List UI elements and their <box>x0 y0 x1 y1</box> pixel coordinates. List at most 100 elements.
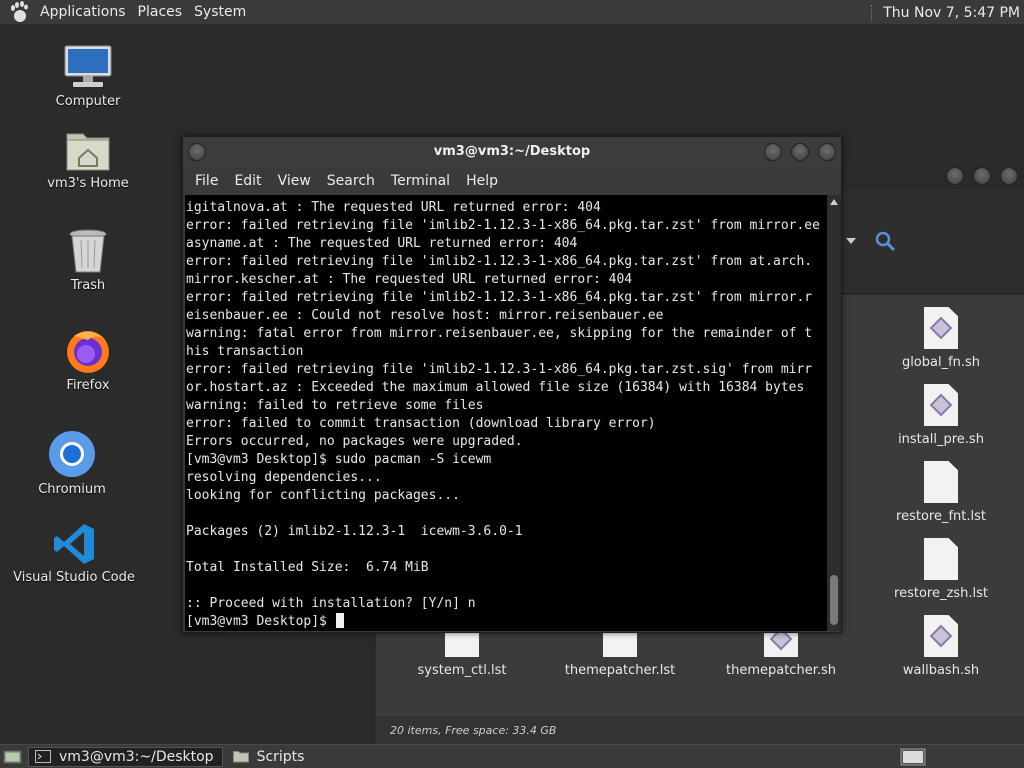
terminal-line: :: Proceed with installation? [Y/n] n <box>186 596 476 611</box>
terminal-line: igitalnova.at : The requested URL return… <box>186 200 601 215</box>
terminal-line: error: failed retrieving file 'imlib2-1.… <box>186 218 820 233</box>
scroll-up-arrow-icon[interactable] <box>830 199 838 205</box>
file-item[interactable]: wallbash.sh <box>871 615 1011 678</box>
desktop-icon-label: Trash <box>70 278 106 293</box>
desktop-icon-trash[interactable]: Trash <box>23 228 153 293</box>
desktop-icon-chromium[interactable]: Chromium <box>7 430 137 497</box>
menu-edit[interactable]: Edit <box>226 173 269 189</box>
terminal-line: his transaction <box>186 344 304 359</box>
terminal-line: warning: failed to retrieve some files <box>186 398 484 413</box>
menu-applications[interactable]: Applications <box>34 4 132 20</box>
computer-icon <box>63 44 113 90</box>
terminal-scrollbar[interactable] <box>827 195 841 631</box>
desktop-icon-label: Visual Studio Code <box>13 570 135 585</box>
close-button[interactable] <box>1000 167 1018 185</box>
top-panel: Applications Places System Thu Nov 7, 5:… <box>0 0 1024 25</box>
taskbar-item-scripts[interactable]: Scripts <box>227 747 313 767</box>
chevron-down-icon[interactable] <box>846 238 856 244</box>
text-file-icon <box>924 461 958 503</box>
menu-file[interactable]: File <box>187 173 226 189</box>
scrollbar-thumb[interactable] <box>830 575 838 625</box>
text-file-icon <box>445 629 479 657</box>
menu-search[interactable]: Search <box>319 173 383 189</box>
terminal-screen[interactable]: igitalnova.at : The requested URL return… <box>185 195 827 631</box>
file-name: restore_zsh.lst <box>894 586 988 601</box>
trash-icon <box>68 228 108 274</box>
menu-places[interactable]: Places <box>132 4 189 20</box>
bottom-taskbar: vm3@vm3:~/Desktop Scripts <box>0 744 1024 768</box>
gnome-foot-icon[interactable] <box>8 1 30 23</box>
terminal-line: asyname.at : The requested URL returned … <box>186 236 578 251</box>
file-manager-status: 20 items, Free space: 33.4 GB <box>376 716 1024 744</box>
terminal-prompt: [vm3@vm3 Desktop]$ <box>186 614 335 629</box>
desktop-icon-label: Firefox <box>66 378 110 393</box>
terminal-line: looking for conflicting packages... <box>186 488 460 503</box>
file-name: install_pre.sh <box>898 432 984 447</box>
file-item[interactable]: restore_zsh.lst <box>871 538 1011 601</box>
desktop-icon-label: Computer <box>55 94 121 109</box>
terminal-line: mirror.kescher.at : The requested URL re… <box>186 272 633 287</box>
file-item[interactable]: themepatcher.lst <box>550 629 690 678</box>
desktop-icon-vscode[interactable]: Visual Studio Code <box>9 522 139 585</box>
workspace-switcher-icon[interactable] <box>900 748 926 766</box>
terminal-cursor <box>335 613 344 628</box>
terminal-window: vm3@vm3:~/Desktop File Edit View Search … <box>182 136 842 633</box>
menu-view[interactable]: View <box>270 173 319 189</box>
file-item[interactable]: system_ctl.lst <box>392 629 532 678</box>
script-file-icon <box>764 629 798 657</box>
desktop-icon-label: vm3's Home <box>47 176 129 191</box>
file-item[interactable]: themepatcher.sh <box>711 629 851 678</box>
terminal-line: [vm3@vm3 Desktop]$ sudo pacman -S icewm <box>186 452 492 467</box>
panel-clock[interactable]: Thu Nov 7, 5:47 PM <box>883 5 1020 21</box>
terminal-line: resolving dependencies... <box>186 470 382 485</box>
file-name: themepatcher.lst <box>564 663 676 678</box>
minimize-button[interactable] <box>946 167 964 185</box>
maximize-button[interactable] <box>791 143 809 161</box>
taskbar-item-label: vm3@vm3:~/Desktop <box>59 748 214 765</box>
desktop-icon-computer[interactable]: Computer <box>23 44 153 109</box>
firefox-icon <box>64 326 112 374</box>
file-name: wallbash.sh <box>902 663 980 678</box>
text-file-icon <box>924 538 958 580</box>
search-icon[interactable] <box>874 230 896 252</box>
menu-terminal[interactable]: Terminal <box>383 173 458 189</box>
terminal-menubar: File Edit View Search Terminal Help <box>183 167 841 195</box>
script-file-icon <box>924 384 958 426</box>
file-item[interactable]: global_fn.sh <box>871 307 1011 370</box>
show-desktop-icon[interactable] <box>2 748 24 766</box>
terminal-line: eisenbauer.ee : Could not resolve host: … <box>186 308 664 323</box>
maximize-button[interactable] <box>973 167 991 185</box>
terminal-titlebar[interactable]: vm3@vm3:~/Desktop <box>183 137 841 167</box>
file-name: system_ctl.lst <box>417 663 507 678</box>
menu-system[interactable]: System <box>188 4 252 20</box>
desktop-icon-home[interactable]: vm3's Home <box>23 128 153 191</box>
terminal-line: error: failed retrieving file 'imlib2-1.… <box>186 290 813 305</box>
menu-help[interactable]: Help <box>458 173 506 189</box>
panel-separator <box>871 4 873 21</box>
terminal-line: Errors occurred, no packages were upgrad… <box>186 434 523 449</box>
taskbar-item-terminal[interactable]: vm3@vm3:~/Desktop <box>28 746 223 767</box>
minimize-button[interactable] <box>764 143 782 161</box>
home-folder-icon <box>65 128 111 172</box>
folder-icon <box>232 750 249 763</box>
desktop-icon-firefox[interactable]: Firefox <box>23 326 153 393</box>
close-button[interactable] <box>818 143 836 161</box>
text-file-icon <box>603 629 637 657</box>
terminal-line: error: failed retrieving file 'imlib2-1.… <box>186 254 813 269</box>
file-name: restore_fnt.lst <box>896 509 986 524</box>
file-item[interactable]: restore_fnt.lst <box>871 461 1011 524</box>
terminal-prompt-line: [vm3@vm3 Desktop]$ <box>186 613 827 631</box>
file-name: themepatcher.sh <box>726 663 836 678</box>
chromium-icon <box>48 430 96 478</box>
terminal-line: Packages (2) imlib2-1.12.3-1 icewm-3.6.0… <box>186 524 523 539</box>
script-file-icon <box>924 615 958 657</box>
file-item[interactable]: install_pre.sh <box>871 384 1011 447</box>
terminal-line: error: failed to commit transaction (dow… <box>186 416 656 431</box>
terminal-title: vm3@vm3:~/Desktop <box>433 144 591 159</box>
terminal-line: or.hostart.az : Exceeded the maximum all… <box>186 380 805 395</box>
file-name: global_fn.sh <box>901 355 981 370</box>
desktop-icon-label: Chromium <box>38 482 106 497</box>
